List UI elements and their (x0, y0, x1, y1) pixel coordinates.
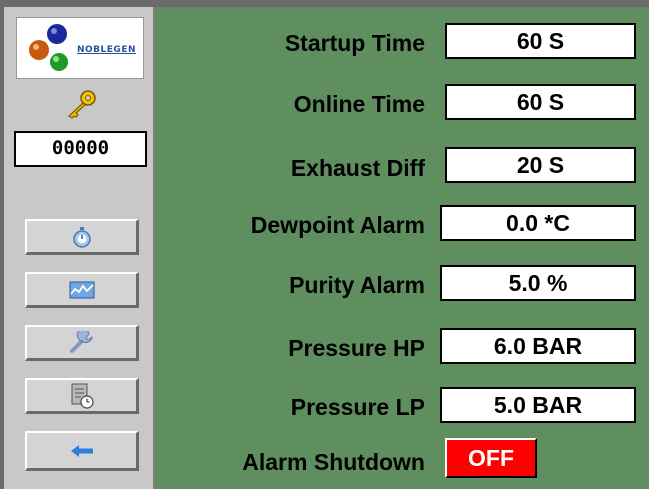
access-code-field[interactable]: 00000 (14, 131, 147, 167)
schedule-button[interactable] (25, 378, 139, 414)
startup-time-field[interactable]: 60 S (445, 23, 636, 59)
pressure-lp-field[interactable]: 5.0 BAR (440, 387, 636, 423)
settings-wrench-button[interactable] (25, 325, 139, 361)
back-arrow-icon (70, 444, 93, 457)
wrench-icon (69, 330, 93, 353)
pressure-hp-field[interactable]: 6.0 BAR (440, 328, 636, 364)
logo-text: NOBLEGEN (77, 45, 136, 55)
alarm-shutdown-toggle[interactable]: OFF (445, 438, 537, 478)
pressure-lp-label: Pressure LP (290, 394, 425, 420)
pressure-hp-label: Pressure HP (288, 335, 425, 361)
alarm-shutdown-label: Alarm Shutdown (242, 449, 425, 475)
trend-chart-button[interactable] (25, 272, 139, 308)
trend-chart-icon (69, 281, 94, 298)
startup-time-label: Startup Time (284, 30, 425, 56)
company-logo: NOBLEGEN (16, 17, 144, 79)
online-time-field[interactable]: 60 S (445, 84, 636, 120)
online-time-label: Online Time (293, 91, 425, 117)
dewpoint-alarm-label: Dewpoint Alarm (250, 212, 425, 238)
sidebar: NOBLEGEN 00000 (4, 7, 155, 489)
stopwatch-button[interactable] (25, 219, 139, 255)
back-button[interactable] (25, 431, 139, 471)
dewpoint-alarm-field[interactable]: 0.0 *C (440, 205, 636, 241)
exhaust-diff-label: Exhaust Diff (290, 155, 425, 181)
stopwatch-icon (72, 226, 91, 248)
schedule-clock-icon (71, 383, 94, 409)
purity-alarm-field[interactable]: 5.0 % (440, 265, 636, 301)
key-icon[interactable] (64, 89, 98, 119)
purity-alarm-label: Purity Alarm (289, 272, 425, 298)
exhaust-diff-field[interactable]: 20 S (445, 147, 636, 183)
